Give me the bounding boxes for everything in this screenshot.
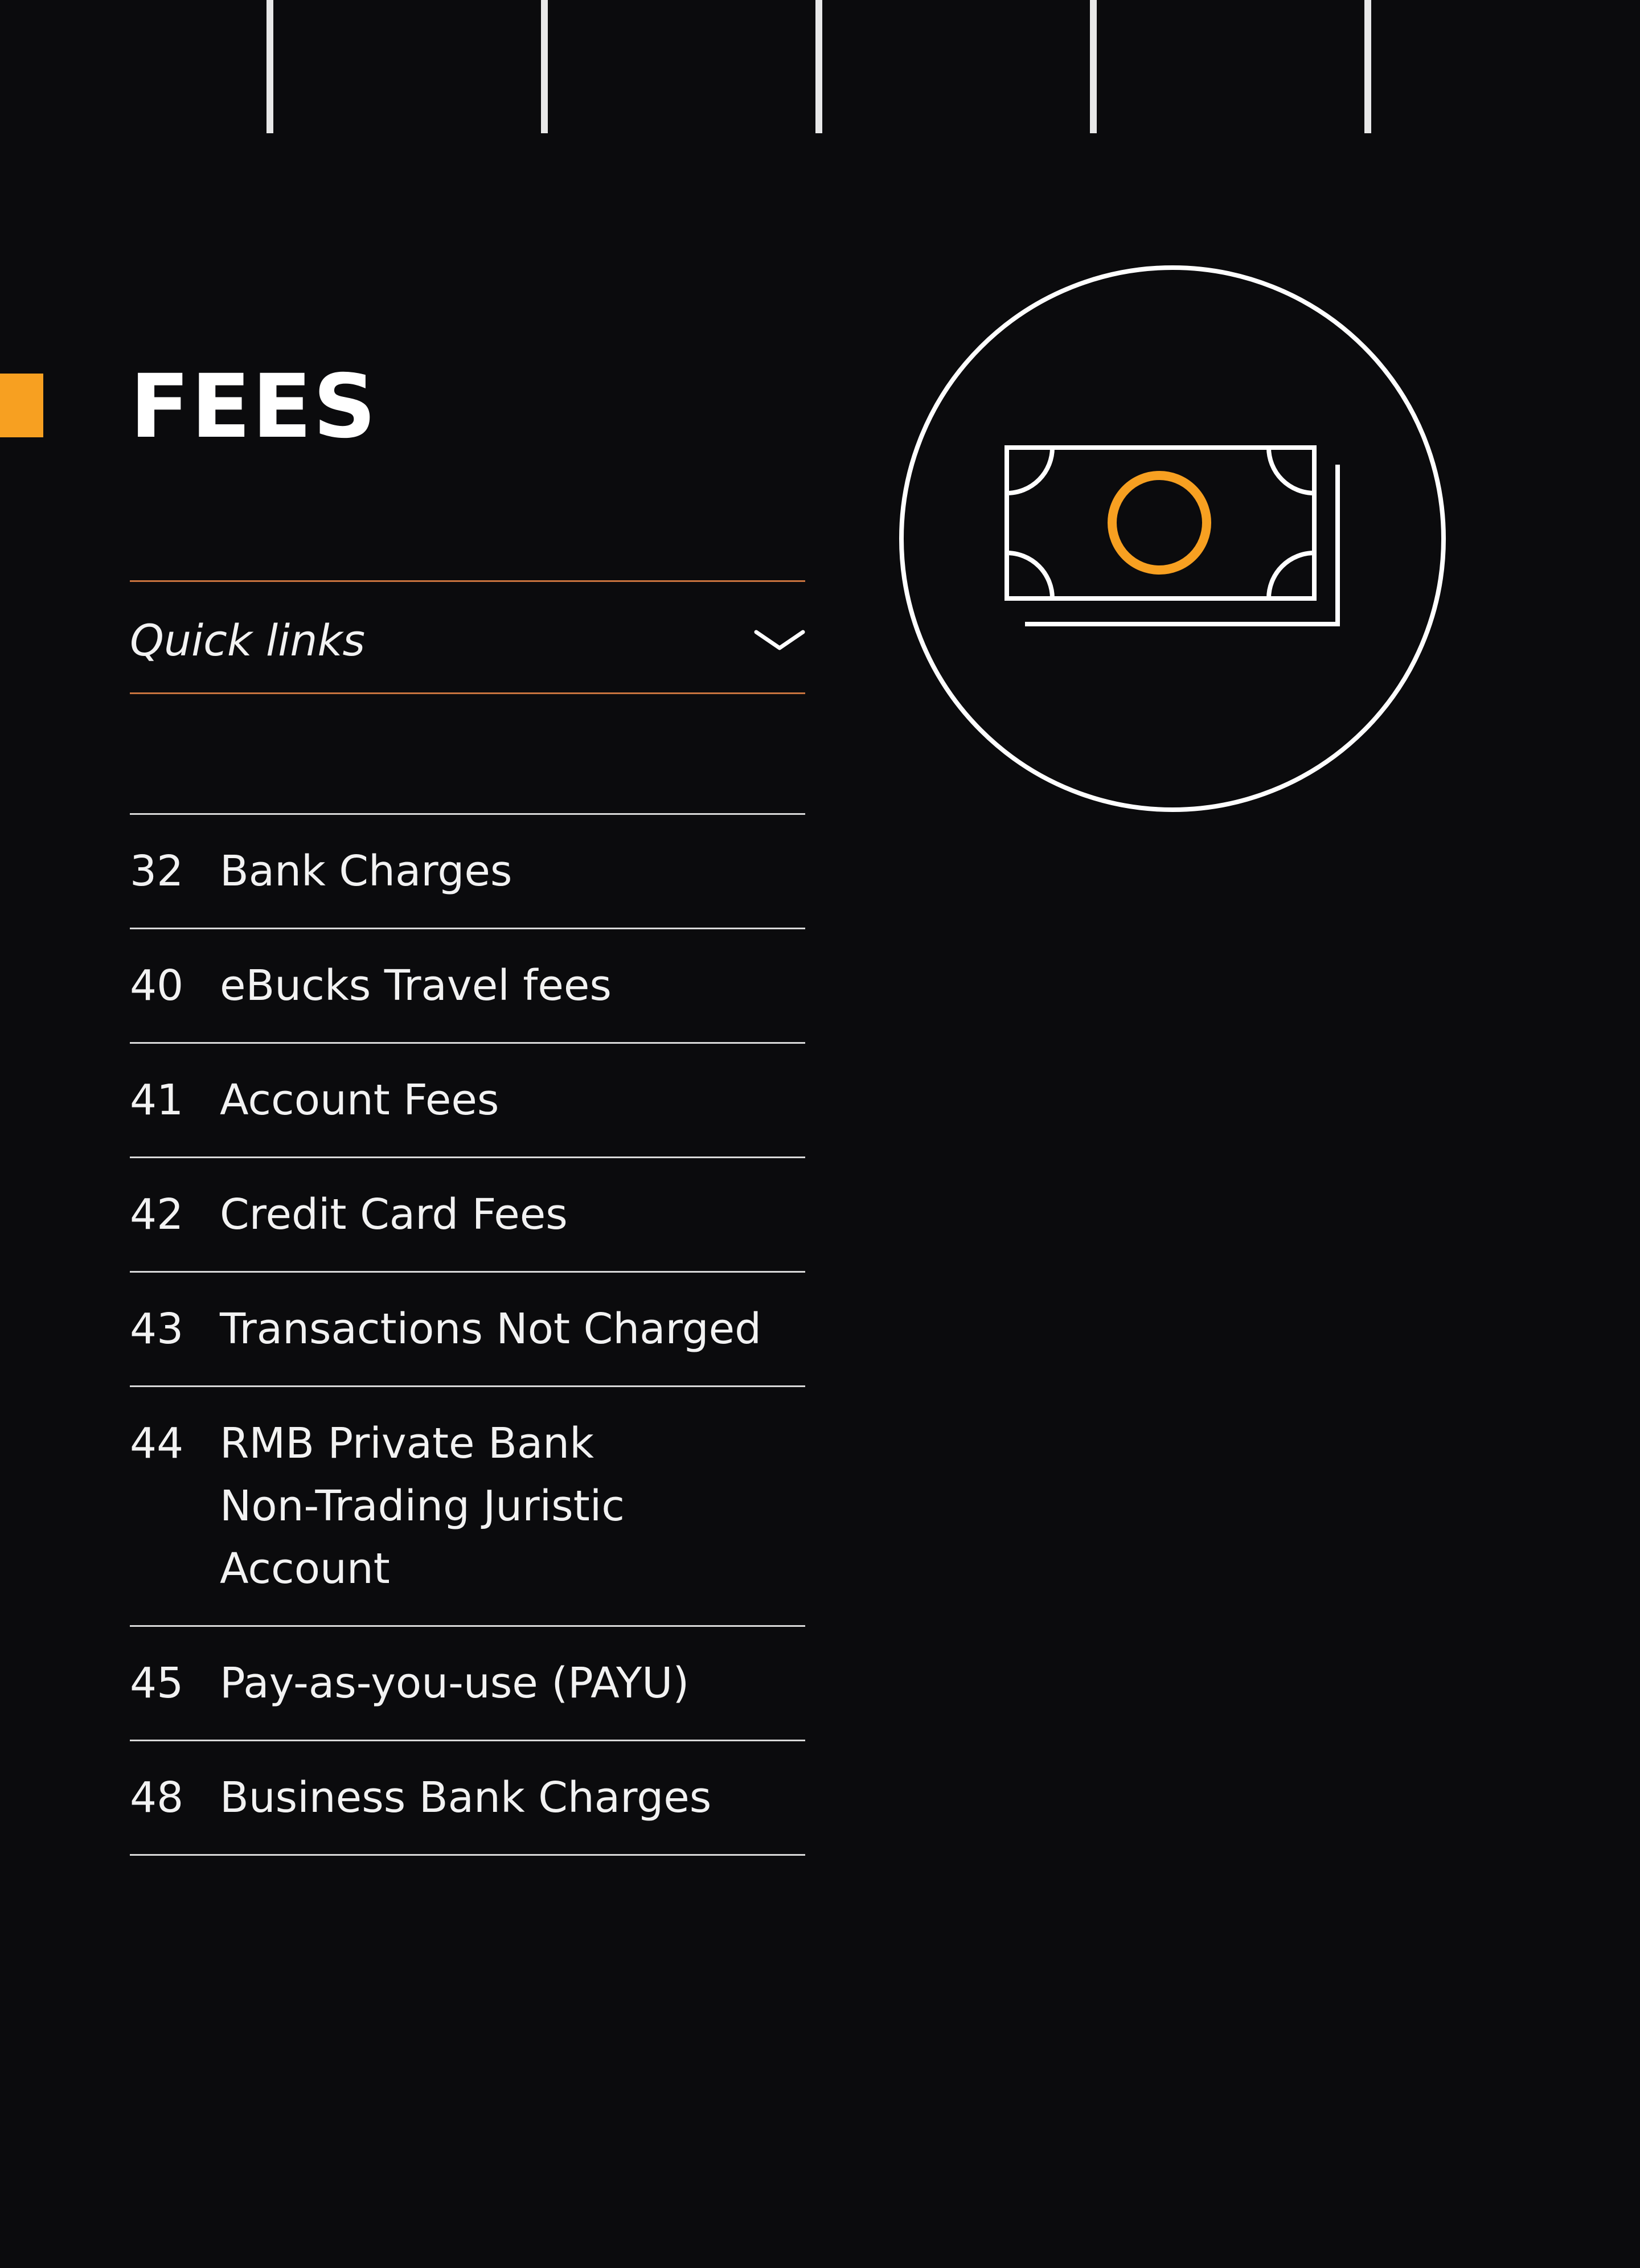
toc-title: RMB Private Bank Non-Trading Juristic Ac… bbox=[220, 1419, 625, 1593]
quick-links-label: Quick links bbox=[130, 615, 366, 666]
toc-item[interactable]: 48 Business Bank Charges bbox=[130, 1741, 805, 1856]
toc-page-number: 32 bbox=[130, 847, 184, 896]
page-title: FEES bbox=[130, 356, 378, 458]
toc-page-number: 44 bbox=[130, 1419, 184, 1468]
chevron-down-icon[interactable] bbox=[754, 629, 805, 651]
toc-page-number: 42 bbox=[130, 1190, 184, 1239]
toc-item[interactable]: 44 RMB Private Bank Non-Trading Juristic… bbox=[130, 1387, 805, 1627]
table-of-contents: 32 Bank Charges 40 eBucks Travel fees 41… bbox=[130, 813, 805, 1856]
toc-title: eBucks Travel fees bbox=[220, 961, 612, 1010]
toc-title: Transactions Not Charged bbox=[220, 1305, 762, 1354]
coin-circle bbox=[1108, 471, 1211, 575]
decorative-tick bbox=[1364, 0, 1371, 133]
decorative-tick bbox=[1090, 0, 1097, 133]
front-banknote bbox=[1004, 445, 1317, 601]
banknotes-icon bbox=[899, 265, 1446, 812]
toc-title: Pay-as-you-use (PAYU) bbox=[220, 1659, 690, 1708]
decorative-tick bbox=[541, 0, 548, 133]
toc-title: Business Bank Charges bbox=[220, 1773, 712, 1822]
toc-page-number: 48 bbox=[130, 1773, 184, 1822]
toc-title: Bank Charges bbox=[220, 847, 512, 896]
toc-title: Account Fees bbox=[220, 1076, 499, 1125]
toc-page-number: 45 bbox=[130, 1659, 184, 1708]
toc-page-number: 40 bbox=[130, 961, 184, 1010]
toc-item[interactable]: 43 Transactions Not Charged bbox=[130, 1273, 805, 1387]
quick-links-dropdown[interactable]: Quick links bbox=[130, 580, 805, 694]
toc-item[interactable]: 32 Bank Charges bbox=[130, 815, 805, 929]
toc-item[interactable]: 45 Pay-as-you-use (PAYU) bbox=[130, 1627, 805, 1741]
illustration-circle bbox=[899, 265, 1446, 812]
toc-page-number: 43 bbox=[130, 1305, 184, 1354]
decorative-tick bbox=[266, 0, 273, 133]
toc-page-number: 41 bbox=[130, 1076, 184, 1125]
toc-item[interactable]: 41 Account Fees bbox=[130, 1044, 805, 1158]
toc-item[interactable]: 40 eBucks Travel fees bbox=[130, 929, 805, 1044]
toc-title: Credit Card Fees bbox=[220, 1190, 568, 1239]
section-accent-bar bbox=[0, 374, 43, 437]
decorative-tick bbox=[815, 0, 822, 133]
toc-item[interactable]: 42 Credit Card Fees bbox=[130, 1158, 805, 1273]
